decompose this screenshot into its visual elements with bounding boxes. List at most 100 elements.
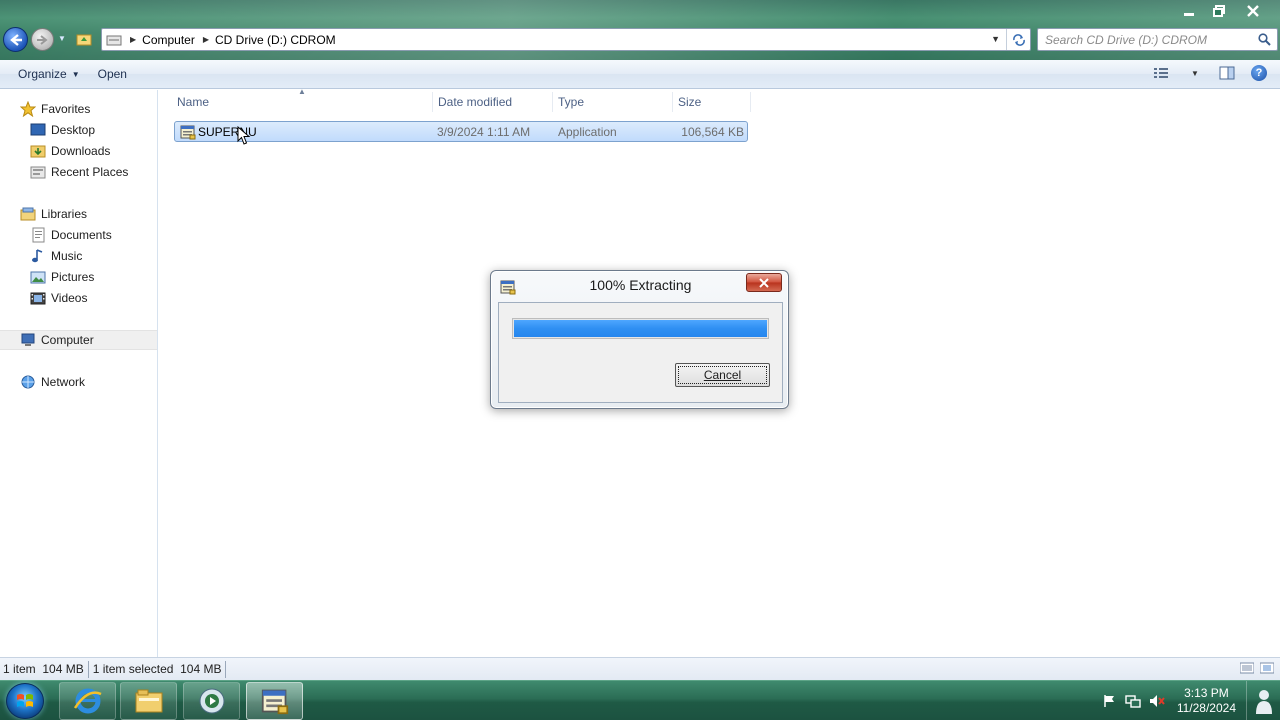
sidebar-item-libraries[interactable]: Libraries xyxy=(20,204,87,224)
cancel-label: Cancel xyxy=(703,368,742,382)
application-icon xyxy=(180,125,196,140)
refresh-button[interactable] xyxy=(1006,29,1030,50)
sidebar-item-downloads[interactable]: Downloads xyxy=(30,141,110,161)
sidebar-item-music[interactable]: Music xyxy=(30,246,82,266)
status-item-count: 1 item xyxy=(3,662,36,676)
table-row[interactable]: SUPERNU 3/9/2024 1:11 AM Application 106… xyxy=(174,121,748,145)
network-tray-icon[interactable] xyxy=(1125,693,1141,709)
windows-logo-icon xyxy=(17,694,33,707)
details-view-icon[interactable] xyxy=(1240,662,1254,674)
details-view-icon xyxy=(1154,68,1168,78)
help-button[interactable]: ? xyxy=(1250,64,1268,82)
column-divider[interactable] xyxy=(672,92,673,112)
libraries-icon xyxy=(20,206,36,222)
folder-up-icon[interactable] xyxy=(76,32,92,46)
sidebar-item-label: Libraries xyxy=(41,207,88,221)
status-item-size: 104 MB xyxy=(42,662,84,676)
search-input[interactable]: Search CD Drive (D:) CDROM xyxy=(1037,28,1278,51)
minimize-icon xyxy=(1184,13,1194,16)
status-selected-size: 104 MB xyxy=(180,662,222,676)
address-bar[interactable]: ▶ Computer ▶ CD Drive (D:) CDROM ▼ xyxy=(101,28,1031,51)
taskbar-installer-app[interactable] xyxy=(246,682,303,720)
search-icon[interactable] xyxy=(1258,33,1271,46)
refresh-icon xyxy=(1012,33,1025,46)
status-selected-count: 1 item selected xyxy=(92,662,174,676)
user-silhouette-icon xyxy=(1255,690,1272,714)
help-icon: ? xyxy=(1251,65,1267,81)
forward-button[interactable] xyxy=(31,28,54,51)
column-divider[interactable] xyxy=(552,92,553,112)
change-view-button[interactable] xyxy=(1154,64,1172,82)
sidebar-item-label: Favorites xyxy=(41,102,91,116)
sidebar-item-label: Computer xyxy=(41,333,94,347)
minimize-button[interactable] xyxy=(1176,2,1202,20)
view-options-dropdown[interactable]: ▼ xyxy=(1186,64,1204,82)
chevron-down-icon: ▼ xyxy=(1191,68,1199,78)
maximize-button[interactable] xyxy=(1206,2,1232,20)
back-button[interactable] xyxy=(3,27,28,52)
extract-progress-bar xyxy=(512,318,769,339)
taskbar-media-player[interactable] xyxy=(183,682,240,720)
sidebar-item-videos[interactable]: Videos xyxy=(30,288,87,308)
desktop-icon xyxy=(30,122,46,138)
volume-muted-icon[interactable] xyxy=(1149,693,1165,709)
close-button[interactable] xyxy=(1236,2,1270,20)
window-controls xyxy=(1176,2,1270,20)
column-header-size[interactable]: Size xyxy=(678,90,701,114)
start-button[interactable] xyxy=(6,683,44,719)
system-clock[interactable]: 3:13 PM 11/28/2024 xyxy=(1177,686,1236,716)
sidebar-item-label: Music xyxy=(51,249,83,263)
preview-pane-button[interactable] xyxy=(1218,64,1236,82)
extracting-dialog: 100% Extracting Cancel xyxy=(490,270,789,409)
cancel-button[interactable]: Cancel xyxy=(675,363,770,387)
column-header-name[interactable]: Name xyxy=(177,90,209,114)
folder-icon xyxy=(135,689,162,713)
column-header-type[interactable]: Type xyxy=(558,90,584,114)
open-button[interactable]: Open xyxy=(89,63,136,85)
system-tray: 3:13 PM 11/28/2024 xyxy=(1097,681,1280,720)
documents-icon xyxy=(30,227,46,243)
taskbar-windows-explorer[interactable] xyxy=(120,682,177,720)
sidebar-item-network[interactable]: Network xyxy=(20,372,85,392)
column-divider[interactable] xyxy=(750,92,751,112)
status-selection-group: 1 item selected 104 MB xyxy=(89,660,227,678)
address-dropdown-icon[interactable]: ▼ xyxy=(991,34,1000,44)
progress-fill xyxy=(514,320,767,337)
sidebar-item-documents[interactable]: Documents xyxy=(30,225,112,245)
large-icons-view-icon[interactable] xyxy=(1260,662,1274,674)
show-desktop-button[interactable] xyxy=(1246,681,1280,720)
media-player-icon xyxy=(199,688,224,714)
sidebar-item-computer[interactable]: Computer xyxy=(0,330,157,350)
organize-button[interactable]: Organize ▼ xyxy=(9,63,89,85)
taskbar: 3:13 PM 11/28/2024 xyxy=(0,680,1280,720)
column-divider[interactable] xyxy=(432,92,433,112)
back-arrow-icon xyxy=(9,33,22,46)
recent-pages-dropdown[interactable]: ▼ xyxy=(58,34,66,43)
status-bar: 1 item 104 MB 1 item selected 104 MB xyxy=(0,657,1280,680)
preview-pane-icon xyxy=(1219,66,1235,80)
search-placeholder: Search CD Drive (D:) CDROM xyxy=(1045,32,1208,47)
dialog-close-button[interactable] xyxy=(746,273,782,292)
network-icon xyxy=(20,374,36,390)
sidebar-item-label: Desktop xyxy=(51,123,96,137)
breadcrumb-separator-icon: ▶ xyxy=(202,35,209,44)
sidebar-item-recent-places[interactable]: Recent Places xyxy=(30,162,128,182)
sidebar-item-label: Videos xyxy=(51,291,88,305)
sidebar-item-label: Downloads xyxy=(51,144,111,158)
column-header-date-modified[interactable]: Date modified xyxy=(438,90,512,114)
status-view-switcher xyxy=(1240,662,1274,674)
toolbar-right-group: ▼ ? xyxy=(1154,64,1268,82)
drive-icon xyxy=(106,35,122,45)
action-center-flag-icon[interactable] xyxy=(1101,693,1117,709)
clock-time: 3:13 PM xyxy=(1184,686,1229,700)
sidebar-item-pictures[interactable]: Pictures xyxy=(30,267,94,287)
taskbar-internet-explorer[interactable] xyxy=(59,682,116,720)
star-icon xyxy=(20,101,36,117)
forward-arrow-icon xyxy=(36,34,48,45)
sidebar-item-favorites[interactable]: Favorites xyxy=(20,99,90,119)
navigation-row: ▼ ▶ Computer ▶ CD Drive (D:) CDROM ▼ Sea… xyxy=(0,26,1280,54)
sidebar-item-desktop[interactable]: Desktop xyxy=(30,120,95,140)
breadcrumb-cd-drive[interactable]: CD Drive (D:) CDROM xyxy=(215,33,336,47)
organize-label: Organize xyxy=(18,67,67,81)
breadcrumb-computer[interactable]: Computer xyxy=(142,33,195,47)
